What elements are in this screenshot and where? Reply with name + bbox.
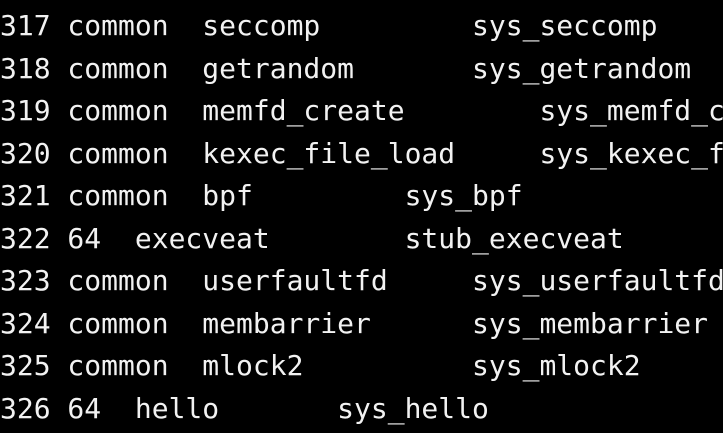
terminal-line: 317 common seccomp sys_seccomp xyxy=(0,9,658,42)
terminal-line: 326 64 hello sys_hello xyxy=(0,392,489,425)
terminal-line: 323 common userfaultfd sys_userfaultfd xyxy=(0,264,723,297)
terminal-window[interactable]: 317 common seccomp sys_seccomp 318 commo… xyxy=(0,0,723,433)
terminal-line: 322 64 execveat stub_execveat xyxy=(0,222,624,255)
terminal-line: 324 common membarrier sys_membarrier xyxy=(0,307,709,340)
terminal-line: 321 common bpf sys_bpf xyxy=(0,179,523,212)
terminal-line: 320 common kexec_file_load sys_kexec_fil… xyxy=(0,137,723,170)
terminal-line: 318 common getrandom sys_getrandom xyxy=(0,52,692,85)
terminal-line: 319 common memfd_create sys_memfd_create xyxy=(0,94,723,127)
terminal-line: 325 common mlock2 sys_mlock2 xyxy=(0,349,641,382)
